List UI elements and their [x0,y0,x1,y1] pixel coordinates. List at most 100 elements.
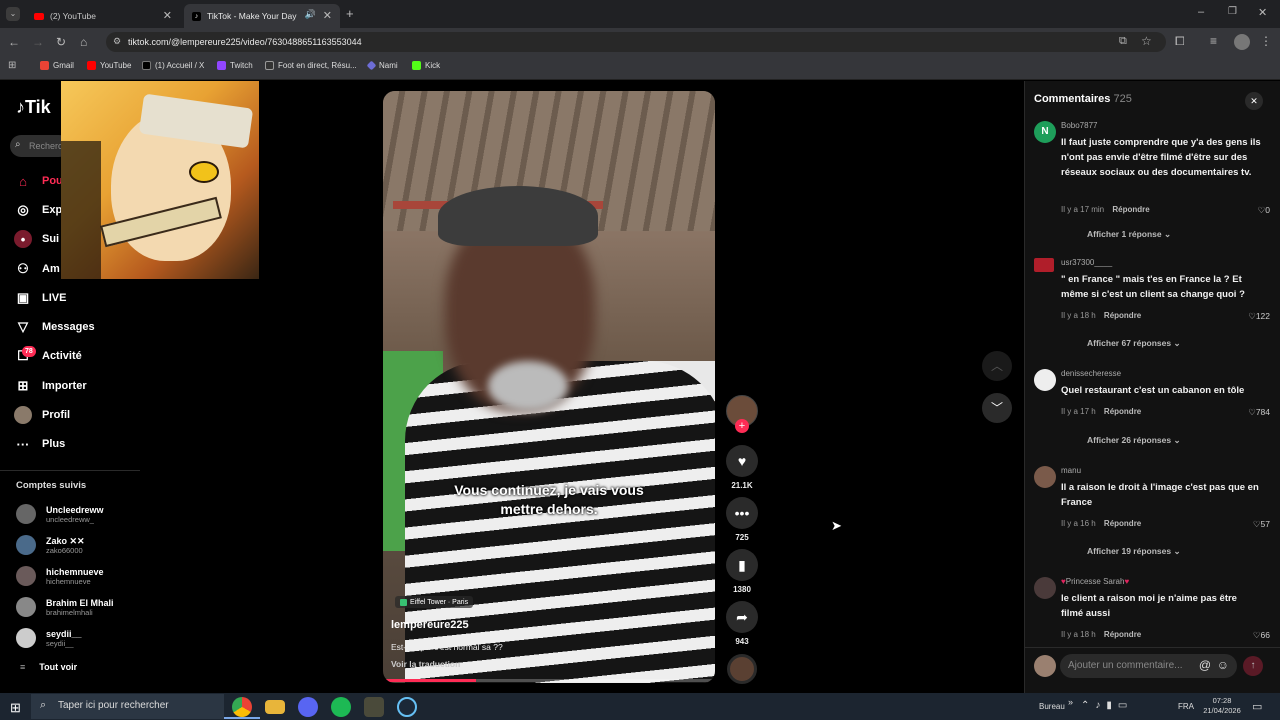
followed-account[interactable]: Zako ✕✕ zako66000 [16,533,85,557]
avatar[interactable] [1034,258,1054,272]
comment-like[interactable]: ♡0 [1258,205,1270,216]
bookmark-twitch[interactable]: Twitch [217,61,253,70]
desktop-toolbar-label[interactable]: Bureau [1039,702,1065,711]
nav-following[interactable]: • Sui [14,229,59,249]
comment-username[interactable]: usr37300____ [1061,258,1112,267]
avatar[interactable]: N [1034,121,1056,143]
comment-username[interactable]: manu [1061,466,1081,475]
bookmark-foot[interactable]: Foot en direct, Résu... [265,61,357,70]
reply-link[interactable]: Répondre [1104,311,1141,320]
reply-link[interactable]: Répondre [1104,630,1141,639]
bookmark-nami[interactable]: Nami [366,60,398,71]
avatar[interactable] [1034,466,1056,488]
video-progress-track[interactable] [383,679,715,682]
avatar[interactable] [1034,369,1056,391]
reply-link[interactable]: Répondre [1104,519,1141,528]
sound-disc[interactable] [726,654,758,684]
followed-account[interactable]: Brahim El Mhali brahimelmhali [16,595,114,619]
tab-tiktok[interactable]: ♪ TikTok - Make Your Day 🔊 ✕ [184,4,340,28]
steam-icon[interactable] [397,697,417,717]
app-icon[interactable] [364,697,384,717]
tiktok-logo[interactable]: ♪Tik [16,97,51,118]
followed-account[interactable]: hichemnueve hichemnueve [16,564,104,588]
profile-avatar[interactable] [1234,34,1250,50]
nav-for-you[interactable]: ⌂ Pou [14,171,63,191]
see-all-link[interactable]: ≡ Tout voir [20,662,77,672]
tab-search-icon[interactable]: ⌄ [6,7,20,21]
comment-like[interactable]: ♡122 [1248,311,1270,322]
bookmark-kick[interactable]: Kick [412,61,440,70]
creator-avatar[interactable]: + [726,395,758,433]
nav-profile[interactable]: Profil [14,405,70,425]
show-replies[interactable]: Afficher 19 réponses ⌄ [1087,546,1181,557]
show-replies[interactable]: Afficher 67 réponses ⌄ [1087,338,1181,349]
avatar[interactable] [1034,577,1056,599]
discord-icon[interactable] [298,697,318,717]
nav-messages[interactable]: ▽ Messages [14,317,95,337]
location-tag[interactable]: Eiffel Tower · Paris [395,596,474,608]
forward-icon[interactable]: → [32,35,44,49]
comment-like[interactable]: ♡57 [1253,519,1270,530]
close-comments-icon[interactable]: ✕ [1245,92,1263,110]
nav-explore[interactable]: ◎ Exp [14,200,62,220]
reply-link[interactable]: Répondre [1104,407,1141,416]
video-author[interactable]: lempereure225 [391,619,469,631]
nav-live[interactable]: ▣ LIVE [14,288,67,308]
show-replies[interactable]: Afficher 1 réponse ⌄ [1087,229,1171,240]
like-button[interactable]: ♥ 21.1K [726,445,758,490]
bookmark-x[interactable]: (1) Accueil / X [142,61,204,70]
minimize-icon[interactable]: – [1198,6,1204,18]
send-comment-button[interactable]: ↑ [1243,656,1263,676]
previous-video-button[interactable]: ︿ [982,351,1012,381]
install-app-icon[interactable]: ⧉ [1119,35,1127,48]
speaker-icon[interactable]: 🔊 [305,9,316,20]
followed-account[interactable]: Uncleedreww uncleedreww_ [16,502,104,526]
follow-plus-icon[interactable]: + [735,419,749,433]
show-replies[interactable]: Afficher 26 réponses ⌄ [1087,435,1181,446]
nav-friends[interactable]: ⚇ Am [14,259,60,279]
comment-button[interactable]: ••• 725 [726,497,758,542]
reply-link[interactable]: Répondre [1112,205,1149,214]
chrome-taskbar-icon[interactable] [232,697,252,717]
mention-icon[interactable]: @ [1199,658,1211,672]
extensions-icon[interactable]: ⧠ [1175,34,1185,49]
comment-like[interactable]: ♡66 [1253,630,1270,641]
nav-upload[interactable]: ⊞ Importer [14,376,87,396]
comment-username[interactable]: denissecheresse [1061,369,1121,378]
spotify-icon[interactable] [331,697,351,717]
comment-username[interactable]: Bobo7877 [1061,121,1097,130]
close-tab-icon[interactable]: ✕ [163,9,172,22]
back-icon[interactable]: ← [8,35,20,49]
video-player[interactable]: Vous continuez, je vais vous mettre deho… [383,91,715,683]
close-tab-icon[interactable]: ✕ [323,9,332,22]
close-window-icon[interactable]: ✕ [1258,6,1267,19]
new-tab-icon[interactable]: + [346,6,354,21]
bookmark-gmail[interactable]: Gmail [40,61,74,70]
comment-like[interactable]: ♡784 [1248,407,1270,418]
home-page-icon[interactable]: ⌂ [80,35,87,49]
site-info-icon[interactable]: ⚙ [113,36,121,47]
menu-dots-icon[interactable]: ⋮ [1260,34,1272,48]
clock[interactable]: 07:28 21/04/2026 [1200,696,1244,716]
see-translation-link[interactable]: Voir la traduction [391,659,460,669]
file-explorer-icon[interactable] [265,700,285,714]
share-button[interactable]: ➦ 943 [726,601,758,646]
comment-input[interactable]: Ajouter un commentaire... @ ☺ [1060,654,1237,678]
emoji-icon[interactable]: ☺ [1217,658,1229,672]
bookmark-youtube[interactable]: YouTube [87,61,131,70]
followed-account[interactable]: seydii__ seydii__ [16,626,82,650]
restore-icon[interactable]: ❐ [1228,6,1237,17]
nav-more[interactable]: ··· Plus [14,434,66,454]
tray-icons[interactable]: ⌃♪▮▭ [1081,700,1133,711]
chevron-right-icon[interactable]: » [1068,697,1073,707]
address-input[interactable]: ⚙ tiktok.com/@lempereure225/video/763048… [106,32,1166,52]
next-video-button[interactable]: ﹀ [982,393,1012,423]
media-control-icon[interactable]: ≡ [1210,34,1217,48]
save-button[interactable]: ▮ 1380 [726,549,758,594]
apps-grid-icon[interactable]: ⊞ [8,60,16,71]
reload-icon[interactable]: ↻ [56,35,66,49]
windows-start-icon[interactable]: ⊞ [10,700,21,716]
language-indicator[interactable]: FRA [1178,702,1194,711]
taskbar-search[interactable]: ⌕ Taper ici pour rechercher [31,694,224,719]
notifications-icon[interactable]: ▭ [1252,700,1262,713]
